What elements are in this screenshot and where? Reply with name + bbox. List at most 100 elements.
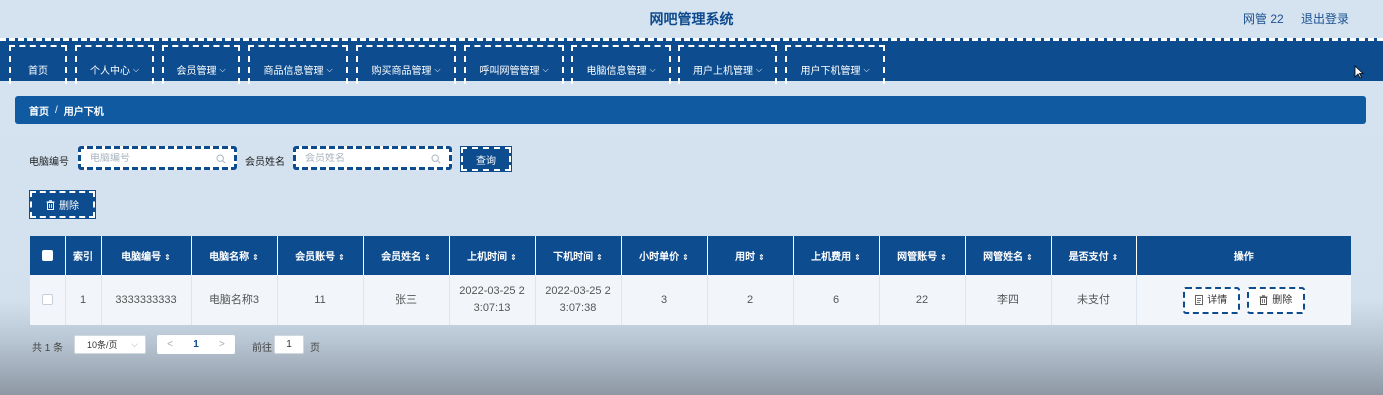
column-header: 索引 [65,236,102,275]
nav-purchase-mgmt[interactable]: 购买商品管理 ⌵ [356,45,456,84]
logout-records-table: 索引 电脑编号 ⇕ 电脑名称 ⇕ 会员账号 ⇕ 会员姓名 ⇕ 上机时间 ⇕ 下机时间 ⇕ 小… [30,236,1351,325]
trash-icon [46,199,55,210]
member-name-label: 会员姓名 [245,157,285,168]
search-icon [216,154,226,164]
delete-label: 删除 [1272,294,1293,306]
sort-icon[interactable]: ⇕ [1026,253,1033,262]
cell-admin-account: 22 [879,275,966,325]
cell-duration: 2 [707,275,794,325]
nav-call-admin-mgmt[interactable]: 呼叫网管管理 ⌵ [464,45,564,84]
query-button[interactable]: 查询 [460,146,512,172]
nav-label: 用户上机管理 [692,66,753,77]
computer-no-field[interactable] [78,146,237,170]
sort-icon[interactable]: ⇕ [940,253,947,262]
column-header[interactable]: 网管姓名 ⇕ [965,236,1052,275]
sort-icon[interactable]: ⇕ [164,253,171,262]
sort-icon[interactable]: ⇕ [510,253,517,262]
nav-label: 用户下机管理 [800,66,861,77]
cell-index: 1 [65,275,102,325]
column-header[interactable]: 会员姓名 ⇕ [363,236,450,275]
cell-paid-status: 未支付 [1051,275,1137,325]
nav-user-logout-mgmt[interactable]: 用户下机管理 ⌵ [785,45,885,84]
chevron-down-icon: ⌵ [219,64,226,74]
chevron-down-icon: ⌵ [132,64,140,74]
sort-icon[interactable]: ⇕ [338,253,345,262]
row-select-cell [30,275,66,325]
column-header[interactable]: 小时单价 ⇕ [621,236,708,275]
chevron-down-icon: ⌵ [863,64,870,74]
mouse-cursor-icon [1354,65,1364,79]
page-size-value: 10条/页 [87,340,118,350]
top-header: 网吧管理系统 网管 22 退出登录 [0,0,1383,38]
chevron-down-icon: ⌵ [326,64,333,74]
table-header-row: 索引 电脑编号 ⇕ 电脑名称 ⇕ 会员账号 ⇕ 会员姓名 ⇕ 上机时间 ⇕ 下机时间 ⇕ 小… [30,236,1351,275]
nav-home[interactable]: 首页 [9,45,67,84]
nav-member-mgmt[interactable]: 会员管理 ⌵ [162,45,240,84]
member-name-input[interactable] [305,152,425,164]
document-icon [1195,295,1204,305]
chevron-down-icon: ⌵ [542,64,549,74]
nav-user-login-mgmt[interactable]: 用户上机管理 ⌵ [678,45,777,84]
nav-personal-center[interactable]: 个人中心 ⌵ [75,45,154,84]
goto-page-input[interactable]: 1 [274,335,304,354]
column-header[interactable]: 是否支付 ⇕ [1051,236,1137,275]
logout-link[interactable]: 退出登录 [1301,10,1349,27]
nav-label: 个人中心 [89,66,130,77]
sort-icon[interactable]: ⇕ [682,253,689,262]
total-count: 共 1 条 [32,343,64,354]
next-page-button[interactable]: > [219,339,225,350]
trash-icon [1259,295,1268,305]
app-title: 网吧管理系统 [649,11,734,27]
select-all-checkbox[interactable] [41,249,53,261]
goto-label: 前往 [252,343,272,354]
pager: < 1 > [157,335,235,354]
nav-label: 购买商品管理 [371,66,432,77]
column-header[interactable]: 电脑编号 ⇕ [101,236,192,275]
sort-icon[interactable]: ⇕ [758,253,765,262]
delete-button[interactable]: 删除 [1246,286,1305,314]
breadcrumb-separator: / [55,104,58,116]
cell-hourly-price: 3 [621,275,708,325]
batch-delete-button[interactable]: 删除 [29,190,96,219]
page-number[interactable]: 1 [193,339,199,350]
breadcrumb-home[interactable]: 首页 [29,103,49,118]
sort-icon[interactable]: ⇕ [596,253,603,262]
member-name-field[interactable] [293,146,452,170]
column-header[interactable]: 用时 ⇕ [707,236,794,275]
column-header[interactable]: 上机费用 ⇕ [793,236,880,275]
column-header[interactable]: 会员账号 ⇕ [277,236,364,275]
breadcrumb-current: 用户下机 [63,106,104,118]
column-header[interactable]: 网管账号 ⇕ [879,236,966,275]
page-size-select[interactable]: 10条/页 ⌵ [74,335,146,354]
computer-no-label: 电脑编号 [29,157,69,168]
column-header: 操作 [1233,252,1254,263]
column-header[interactable]: 上机时间 ⇕ [449,236,536,275]
main-nav: 首页 个人中心 ⌵ 会员管理 ⌵ 商品信息管理 ⌵ 购买商品管理 ⌵ 呼叫网管管理 ⌵ 电… [0,38,1383,84]
breadcrumb: 首页 / 用户下机 [15,96,1366,124]
chevron-down-icon: ⌵ [131,339,138,349]
prev-page-button[interactable]: < [167,339,173,350]
sort-icon[interactable]: ⇕ [424,253,431,262]
sort-icon[interactable]: ⇕ [252,253,259,262]
cell-start-time: 2022-03-25 2 3:07:13 [449,275,536,325]
sort-icon[interactable]: ⇕ [1112,253,1119,262]
cell-end-time: 2022-03-25 2 3:07:38 [535,275,622,325]
detail-button[interactable]: 详情 [1182,286,1240,314]
nav-label: 电脑信息管理 [586,66,647,77]
row-checkbox[interactable] [41,294,53,306]
nav-label: 呼叫网管管理 [479,66,540,77]
nav-goods-info-mgmt[interactable]: 商品信息管理 ⌵ [248,45,348,84]
table-row: 1 3333333333 电脑名称3 11 张三 2022-03-25 2 3:0… [30,275,1351,325]
cell-computer-name: 电脑名称3 [191,275,278,325]
computer-no-input[interactable] [90,152,210,164]
column-header[interactable]: 下机时间 ⇕ [535,236,622,275]
batch-delete-label: 删除 [59,201,79,212]
nav-computer-info-mgmt[interactable]: 电脑信息管理 ⌵ [571,45,671,84]
column-header[interactable]: 电脑名称 ⇕ [191,236,278,275]
current-user: 网管 22 [1243,12,1284,26]
search-icon [431,154,441,164]
nav-label: 首页 [28,66,48,77]
sort-icon[interactable]: ⇕ [854,253,861,262]
chevron-down-icon: ⌵ [755,64,763,74]
nav-label: 商品信息管理 [263,66,324,77]
